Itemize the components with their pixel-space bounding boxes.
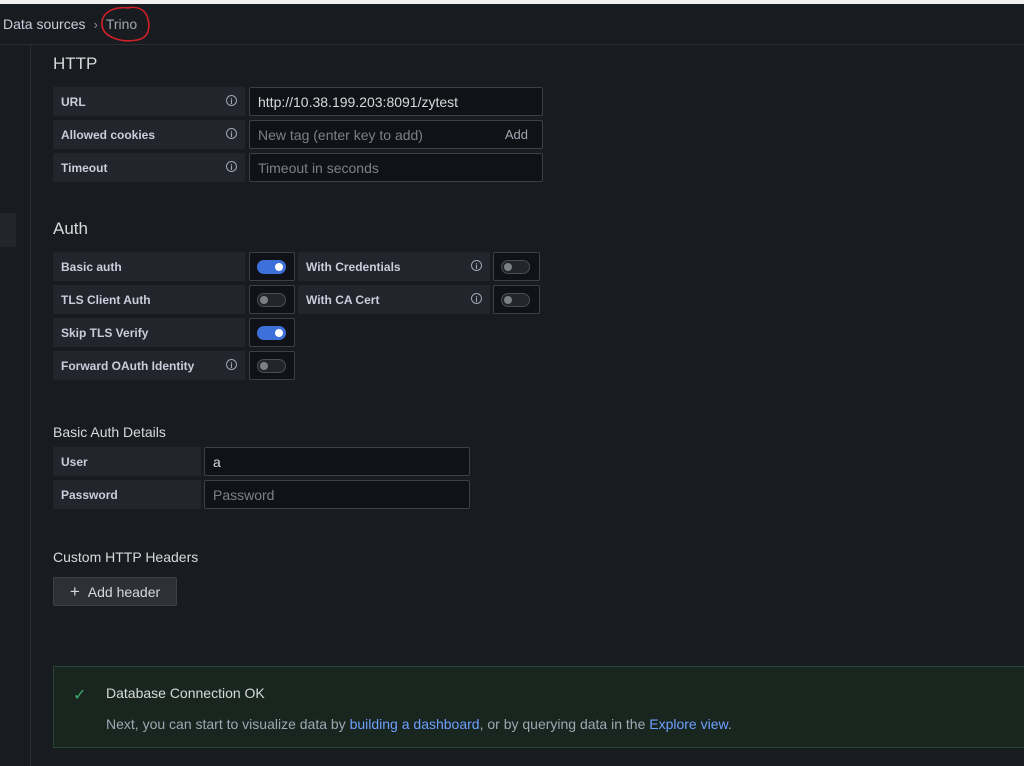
alert-title: Database Connection OK [106, 685, 265, 701]
info-icon[interactable]: i [226, 95, 237, 106]
section-title-auth: Auth [53, 219, 88, 238]
timeout-label: Timeout i [53, 153, 245, 182]
alert-body: Next, you can start to visualize data by… [106, 716, 732, 732]
with-ca-cert-toggle[interactable] [501, 293, 530, 307]
password-label: Password [53, 480, 201, 509]
allowed-cookies-label: Allowed cookies i [53, 120, 245, 149]
user-label-text: User [61, 454, 88, 469]
allowed-cookies-label-text: Allowed cookies [61, 127, 156, 142]
skip-tls-verify-label: Skip TLS Verify [53, 318, 245, 347]
forward-oauth-toggle-box [249, 351, 295, 380]
skip-tls-verify-toggle[interactable] [257, 326, 286, 340]
forward-oauth-toggle[interactable] [257, 359, 286, 373]
timeout-label-text: Timeout [61, 160, 108, 175]
url-value: http://10.38.199.203:8091/zytest [258, 93, 459, 110]
sidebar-active-item[interactable] [0, 213, 16, 247]
breadcrumb: Data sources › Trino [0, 4, 1024, 45]
alert-text-before: Next, you can start to visualize data by [106, 716, 350, 732]
plus-icon: + [69, 582, 80, 601]
tls-client-auth-toggle-box [249, 285, 295, 314]
user-input[interactable]: a [204, 447, 470, 476]
with-credentials-toggle-box [493, 252, 540, 281]
with-credentials-label-text: With Credentials [306, 259, 401, 274]
section-title-custom-headers: Custom HTTP Headers [53, 549, 199, 565]
with-credentials-label: With Credentials i [298, 252, 490, 281]
basic-auth-label-text: Basic auth [61, 259, 122, 274]
building-dashboard-link[interactable]: building a dashboard [350, 716, 480, 732]
info-icon[interactable]: i [226, 359, 237, 370]
info-icon[interactable]: i [226, 128, 237, 139]
skip-tls-verify-label-text: Skip TLS Verify [61, 325, 149, 340]
connection-success-alert: ✓ Database Connection OK Next, you can s… [53, 666, 1024, 748]
alert-text-middle: , or by querying data in the [479, 716, 650, 732]
breadcrumb-current: Trino [105, 16, 138, 32]
with-ca-cert-label: With CA Cert i [298, 285, 490, 314]
info-icon[interactable]: i [226, 161, 237, 172]
sidebar [0, 45, 31, 766]
skip-tls-verify-toggle-box [249, 318, 295, 347]
user-label: User [53, 447, 201, 476]
allowed-cookies-placeholder: New tag (enter key to add) [258, 126, 423, 143]
info-icon[interactable]: i [471, 293, 482, 304]
explore-view-link[interactable]: Explore view [649, 716, 728, 732]
url-label-text: URL [61, 94, 86, 109]
url-label: URL i [53, 87, 245, 116]
with-ca-cert-label-text: With CA Cert [306, 292, 380, 307]
chevron-right-icon: › [93, 16, 98, 32]
add-header-button[interactable]: + Add header [53, 577, 177, 606]
datasource-settings: HTTP URL i http://10.38.199.203:8091/zyt… [31, 45, 1024, 766]
password-input[interactable]: Password [204, 480, 470, 509]
breadcrumb-data-sources[interactable]: Data sources [3, 16, 85, 32]
add-tag-button[interactable]: Add [505, 127, 528, 142]
url-input[interactable]: http://10.38.199.203:8091/zytest [249, 87, 543, 116]
add-header-label: Add header [87, 583, 161, 600]
forward-oauth-label: Forward OAuth Identity i [53, 351, 245, 380]
with-credentials-toggle[interactable] [501, 260, 530, 274]
check-icon: ✓ [73, 687, 87, 704]
section-title-http: HTTP [53, 54, 98, 73]
password-label-text: Password [61, 487, 118, 502]
alert-text-after: . [727, 716, 732, 732]
basic-auth-toggle[interactable] [257, 260, 286, 274]
tls-client-auth-toggle[interactable] [257, 293, 286, 307]
password-placeholder: Password [213, 486, 275, 503]
section-title-basic-auth-details: Basic Auth Details [53, 424, 166, 440]
user-value: a [213, 453, 221, 470]
timeout-placeholder: Timeout in seconds [258, 159, 379, 176]
tls-client-auth-label-text: TLS Client Auth [61, 292, 151, 307]
allowed-cookies-input[interactable]: New tag (enter key to add) Add [249, 120, 543, 149]
basic-auth-toggle-box [249, 252, 295, 281]
info-icon[interactable]: i [471, 260, 482, 271]
with-ca-cert-toggle-box [493, 285, 540, 314]
timeout-input[interactable]: Timeout in seconds [249, 153, 543, 182]
tls-client-auth-label: TLS Client Auth [53, 285, 245, 314]
forward-oauth-label-text: Forward OAuth Identity [61, 358, 195, 373]
basic-auth-label: Basic auth [53, 252, 245, 281]
